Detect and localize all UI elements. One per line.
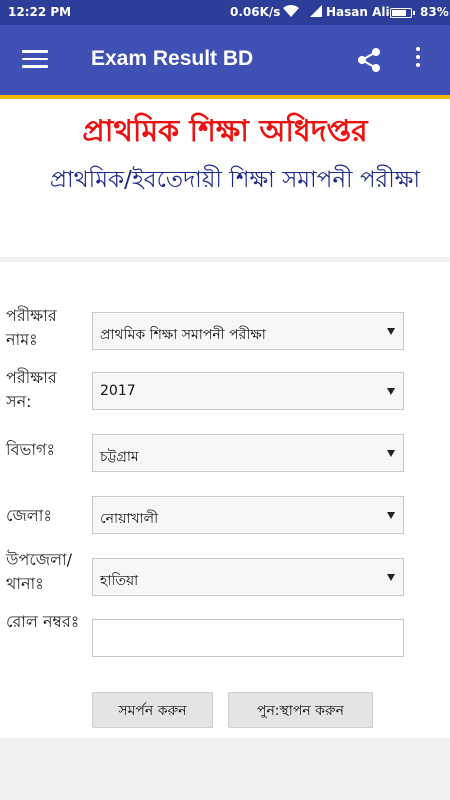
wifi-icon [282, 4, 300, 21]
page-title: প্রাথমিক শিক্ষা অধিদপ্তর [82, 114, 368, 149]
division-select[interactable]: চট্টগ্রাম [92, 434, 404, 472]
upazila-value: হাতিয়া [100, 573, 139, 589]
roll-number-input[interactable] [92, 619, 404, 657]
page-subtitle: প্রাথমিক/ইবতেদায়ী শিক্ষা সমাপনী পরীক্ষা [49, 167, 421, 193]
exam-year-value: 2017 [100, 383, 136, 399]
reset-button[interactable]: পুন:স্থাপন করুন [228, 692, 373, 728]
exam-year-select[interactable]: 2017 [92, 372, 404, 410]
district-label: জেলাঃ [6, 506, 52, 525]
page-header: প্রাথমিক শিক্ষা অধিদপ্তর প্রাথমিক/ইবতেদা… [0, 99, 450, 257]
dropdown-arrow-icon [387, 512, 395, 519]
exam-name-label: পরীক্ষার নামঃ [6, 306, 57, 349]
roll-label: রোল নম্বরঃ [6, 612, 80, 631]
exam-year-label: পরীক্ষার সন: [6, 368, 57, 411]
signal-icon [309, 4, 323, 21]
more-options-icon[interactable] [414, 47, 422, 73]
division-value: চট্টগ্রাম [100, 449, 139, 465]
dropdown-arrow-icon [387, 328, 395, 335]
exam-name-value: প্রাথমিক শিক্ষা সমাপনী পরীক্ষা [100, 327, 266, 343]
upazila-select[interactable]: হাতিয়া [92, 558, 404, 596]
district-value: নোয়াখালী [100, 511, 159, 527]
app-bar: Exam Result BD [0, 25, 450, 95]
dropdown-arrow-icon [387, 450, 395, 457]
result-form: পরীক্ষার নামঃ প্রাথমিক শিক্ষা সমাপনী পরী… [0, 262, 450, 738]
status-bar: 12:22 PM 0.06K/s Hasan Ali 83% [0, 0, 450, 25]
share-icon[interactable] [354, 45, 384, 75]
exam-name-select[interactable]: প্রাথমিক শিক্ষা সমাপনী পরীক্ষা [92, 312, 404, 350]
district-select[interactable]: নোয়াখালী [92, 496, 404, 534]
battery-icon [390, 8, 415, 18]
division-label: বিভাগঃ [6, 440, 56, 459]
menu-icon[interactable] [22, 50, 48, 70]
app-title: Exam Result BD [91, 47, 254, 70]
upazila-label: উপজেলা/থানাঃ [6, 550, 73, 593]
battery-percent: 83% [420, 5, 449, 19]
status-time: 12:22 PM [8, 5, 72, 19]
submit-button[interactable]: সমর্পন করুন [92, 692, 213, 728]
carrier-name: Hasan Ali [326, 5, 390, 19]
network-speed: 0.06K/s [230, 5, 281, 19]
dropdown-arrow-icon [387, 574, 395, 581]
dropdown-arrow-icon [387, 388, 395, 395]
